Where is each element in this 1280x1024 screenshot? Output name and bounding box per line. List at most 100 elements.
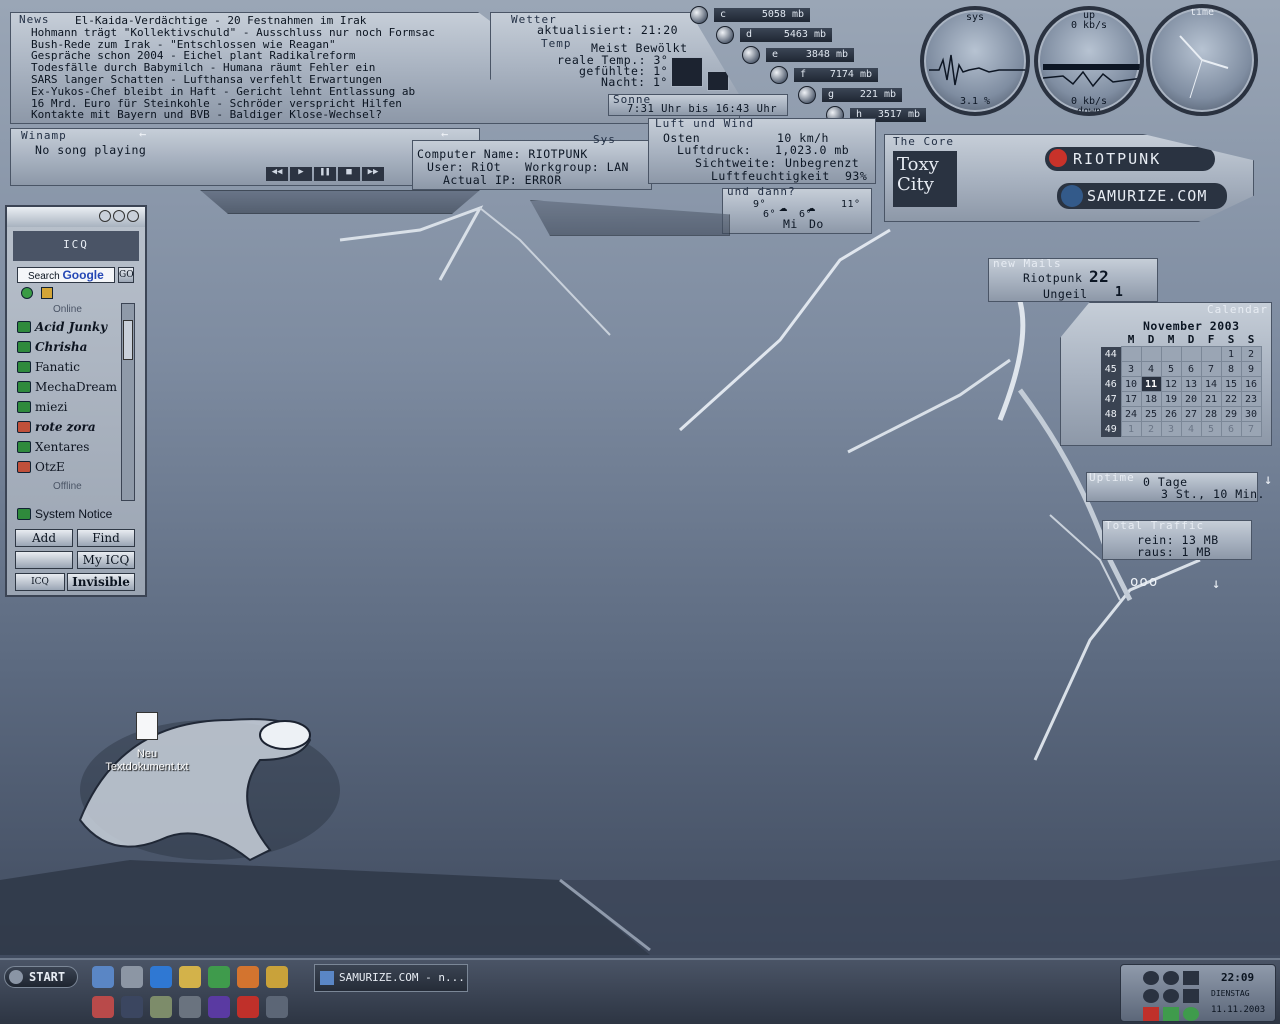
tray-icon-6[interactable]	[1183, 989, 1199, 1003]
icq-menu-button[interactable]: ICQ	[15, 573, 65, 591]
calendar-day[interactable]	[1140, 346, 1162, 362]
calendar-day[interactable]: 3	[1120, 361, 1142, 377]
scrollbar[interactable]	[121, 303, 135, 501]
calendar-day[interactable]: 1	[1220, 346, 1242, 362]
calendar-day[interactable]: 24	[1120, 406, 1142, 422]
samurize-link[interactable]: SAMURIZE.COM	[1057, 183, 1227, 209]
pause-button[interactable]: ❚❚	[314, 167, 336, 181]
tray-icon-3[interactable]	[1183, 971, 1199, 985]
paint-icon[interactable]	[92, 996, 114, 1018]
close-button[interactable]	[127, 210, 139, 222]
calendar-day[interactable]: 7	[1200, 361, 1222, 377]
contact-item[interactable]: rote zora	[17, 417, 127, 437]
calendar-day[interactable]	[1160, 346, 1182, 362]
prev-button[interactable]: ◀◀	[266, 167, 288, 181]
calendar-day[interactable]: 5	[1160, 361, 1182, 377]
calendar-day[interactable]: 6	[1220, 421, 1242, 437]
calendar-day[interactable]: 12	[1160, 376, 1182, 392]
next-button[interactable]: ▶▶	[362, 167, 384, 181]
play-button[interactable]: ▶	[290, 167, 312, 181]
calendar-day[interactable]: 16	[1240, 376, 1262, 392]
desktop-icon-textfile[interactable]: Neu Textdokument.txt	[100, 712, 194, 774]
mail-account-1[interactable]: Riotpunk	[1023, 271, 1082, 285]
calendar-day[interactable]: 3	[1160, 421, 1182, 437]
drive-row[interactable]: g 221 mb	[798, 86, 902, 104]
maximize-button[interactable]	[113, 210, 125, 222]
tray-icon-9[interactable]	[1183, 1007, 1199, 1021]
calendar-day[interactable]: 27	[1180, 406, 1202, 422]
winamp-icon[interactable]	[237, 966, 259, 988]
contact-item[interactable]: miezi	[17, 397, 127, 417]
system-notice[interactable]: System Notice	[17, 504, 112, 524]
calendar-day[interactable]	[1120, 346, 1142, 362]
my-icq-button[interactable]: My ICQ	[77, 551, 135, 569]
toxy-city-logo[interactable]: Toxy City	[893, 151, 957, 207]
calendar-day[interactable]: 25	[1140, 406, 1162, 422]
tray-icon-2[interactable]	[1163, 971, 1179, 985]
flower-icon[interactable]	[21, 287, 33, 299]
traffic-down-arrow[interactable]: ↓	[1212, 576, 1220, 592]
calendar-day[interactable]: 5	[1200, 421, 1222, 437]
calendar-day[interactable]: 30	[1240, 406, 1262, 422]
grid-icon[interactable]	[208, 996, 230, 1018]
contact-item[interactable]: Chrisha	[17, 337, 127, 357]
find-button[interactable]: Find	[77, 529, 135, 547]
uptime-down-arrow[interactable]: ↓	[1264, 472, 1272, 488]
minimize-button[interactable]	[99, 210, 111, 222]
drive-row[interactable]: c 5058 mb	[690, 6, 810, 24]
tray-icon-1[interactable]	[1143, 971, 1159, 985]
red-app-icon[interactable]	[237, 996, 259, 1018]
contact-item[interactable]: MechaDream	[17, 377, 127, 397]
tray-icon-8[interactable]	[1163, 1007, 1179, 1021]
notes-icon[interactable]	[150, 996, 172, 1018]
calendar-day[interactable]: 14	[1200, 376, 1222, 392]
calendar-day[interactable]: 17	[1120, 391, 1142, 407]
mail-account-2[interactable]: Ungeil	[1043, 287, 1088, 301]
calendar-day[interactable]: 18	[1140, 391, 1162, 407]
google-search-box[interactable]: Search Google	[17, 267, 115, 283]
calendar-day[interactable]: 2	[1240, 346, 1262, 362]
news-item[interactable]: Ex-Yukos-Chef bleibt in Haft - Gericht l…	[23, 85, 583, 98]
internet-explorer-icon[interactable]	[150, 966, 172, 988]
contact-item[interactable]: Acid Junky	[17, 317, 127, 337]
calendar-day[interactable]: 1	[1120, 421, 1142, 437]
google-go-button[interactable]: GO	[118, 267, 134, 283]
eye-icon[interactable]	[121, 996, 143, 1018]
news-item[interactable]: Kontakte mit Bayern und BVB - Baldiger K…	[23, 109, 583, 121]
calendar-day[interactable]	[1180, 346, 1202, 362]
contact-item[interactable]: OtzE	[17, 457, 127, 477]
network-icon[interactable]	[121, 966, 143, 988]
calendar-day[interactable]: 13	[1180, 376, 1202, 392]
stop-button[interactable]: ■	[338, 167, 360, 181]
my-documents-icon[interactable]	[92, 966, 114, 988]
traffic-dots[interactable]: ooo	[1130, 574, 1158, 590]
calendar-day[interactable]: 4	[1140, 361, 1162, 377]
tray-icon-4[interactable]	[1143, 989, 1159, 1003]
scrollbar-thumb[interactable]	[123, 320, 133, 360]
calendar-day[interactable]: 2	[1140, 421, 1162, 437]
calendar-day[interactable]: 10	[1120, 376, 1142, 392]
drive-row[interactable]: d 5463 mb	[716, 26, 832, 44]
drive-row[interactable]: e 3848 mb	[742, 46, 854, 64]
calendar-day[interactable]	[1200, 346, 1222, 362]
media-icon[interactable]	[208, 966, 230, 988]
tray-icon-5[interactable]	[1163, 989, 1179, 1003]
icq-titlebar[interactable]	[7, 207, 145, 227]
start-button[interactable]: START	[4, 966, 78, 988]
calendar-day[interactable]: 7	[1240, 421, 1262, 437]
calendar-day[interactable]: 15	[1220, 376, 1242, 392]
calendar-day[interactable]: 20	[1180, 391, 1202, 407]
drive-row[interactable]: f 7174 mb	[770, 66, 878, 84]
winamp-back-arrow[interactable]: ←	[139, 128, 146, 141]
calendar-day[interactable]: 22	[1220, 391, 1242, 407]
tray-time[interactable]: 22:09	[1221, 971, 1254, 984]
contact-item[interactable]: Xentares	[17, 437, 127, 457]
tray-icon-7[interactable]	[1143, 1007, 1159, 1021]
calendar-day[interactable]: 6	[1180, 361, 1202, 377]
calendar-day[interactable]: 23	[1240, 391, 1262, 407]
gear-icon[interactable]	[179, 996, 201, 1018]
add-button[interactable]: Add	[15, 529, 73, 547]
calendar-day[interactable]: 9	[1240, 361, 1262, 377]
calendar-day[interactable]: 19	[1160, 391, 1182, 407]
settings-icon[interactable]	[41, 287, 53, 299]
